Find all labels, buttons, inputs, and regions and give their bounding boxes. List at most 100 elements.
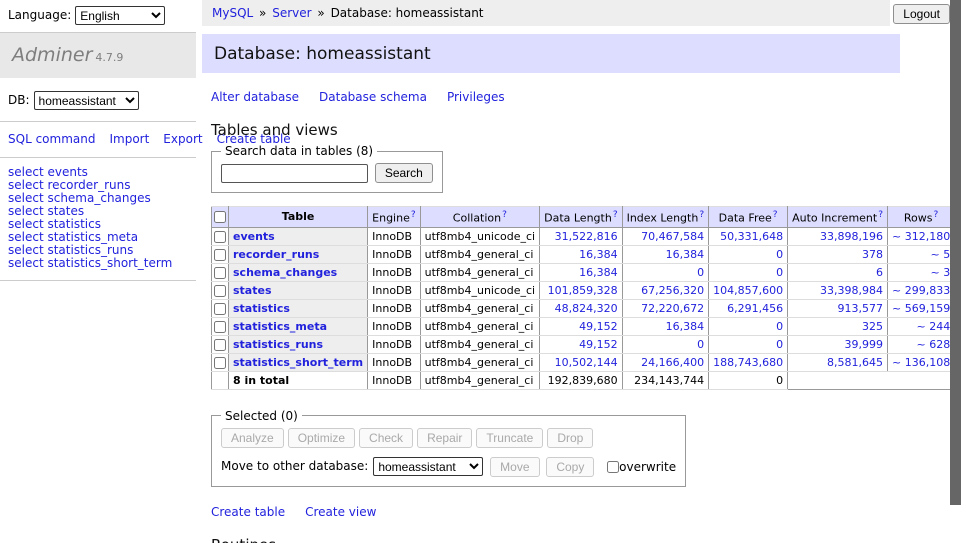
copy-button[interactable]: Copy	[546, 457, 594, 477]
data-free-link[interactable]: 0	[776, 266, 783, 279]
link-import[interactable]: Import	[109, 132, 149, 146]
table-link-states[interactable]: states	[233, 284, 272, 297]
column-help-link[interactable]: ?	[613, 210, 618, 220]
table-link-schema_changes[interactable]: schema_changes	[233, 266, 337, 279]
selected-legend: Selected (0)	[221, 409, 302, 423]
breadcrumb-separator: »	[317, 6, 324, 20]
row-checkbox-recorder_runs[interactable]	[214, 249, 226, 261]
data-length-link[interactable]: 48,824,320	[555, 302, 618, 315]
auto-increment-link[interactable]: 39,999	[845, 338, 884, 351]
optimize-button[interactable]: Optimize	[288, 428, 355, 448]
data-length-link[interactable]: 31,522,816	[555, 230, 618, 243]
index-length-cell: 0	[622, 335, 709, 353]
table-link-statistics[interactable]: statistics	[233, 302, 290, 315]
move-button[interactable]: Move	[490, 457, 539, 477]
index-length-link[interactable]: 0	[697, 338, 704, 351]
data-free-cell: 104,857,600	[709, 281, 788, 299]
data-length-link[interactable]: 49,152	[579, 320, 618, 333]
column-help-link[interactable]: ?	[878, 210, 883, 220]
table-name-cell: states	[229, 281, 368, 299]
column-help-link[interactable]: ?	[411, 210, 416, 220]
row-checkbox-statistics_runs[interactable]	[214, 339, 226, 351]
index-length-link[interactable]: 24,166,400	[641, 356, 704, 369]
auto-increment-link[interactable]: 378	[862, 248, 883, 261]
data-length-link[interactable]: 101,859,328	[548, 284, 618, 297]
analyze-button[interactable]: Analyze	[221, 428, 284, 448]
rows-link[interactable]: ~ 244	[916, 320, 950, 333]
row-checkbox-states[interactable]	[214, 285, 226, 297]
link-create-view[interactable]: Create view	[305, 505, 376, 519]
table-link-statistics_meta[interactable]: statistics_meta	[233, 320, 327, 333]
index-length-link[interactable]: 16,384	[666, 320, 705, 333]
auto-increment-link[interactable]: 6	[876, 266, 883, 279]
link-database-schema[interactable]: Database schema	[319, 90, 427, 104]
link-alter-database[interactable]: Alter database	[211, 90, 299, 104]
index-length-link[interactable]: 72,220,672	[641, 302, 704, 315]
table-link-events[interactable]: events	[233, 230, 275, 243]
column-help-link[interactable]: ?	[699, 210, 704, 220]
check-button[interactable]: Check	[359, 428, 413, 448]
data-length-link[interactable]: 10,502,144	[555, 356, 618, 369]
data-length-link[interactable]: 16,384	[579, 248, 618, 261]
auto-increment-link[interactable]: 913,577	[838, 302, 884, 315]
data-free-link[interactable]: 50,331,648	[720, 230, 783, 243]
search-fieldset: Search data in tables (8) Search	[211, 144, 443, 193]
data-free-link[interactable]: 0	[776, 248, 783, 261]
move-database-select[interactable]: homeassistant	[373, 457, 483, 476]
table-link-recorder_runs[interactable]: recorder_runs	[233, 248, 319, 261]
link-privileges[interactable]: Privileges	[447, 90, 505, 104]
rows-link[interactable]: ~ 299,833	[892, 284, 950, 297]
index-length-link[interactable]: 16,384	[666, 248, 705, 261]
breadcrumb-mysql-link[interactable]: MySQL	[212, 6, 253, 20]
column-help: ?	[877, 209, 883, 220]
row-checkbox-statistics_short_term[interactable]	[214, 357, 226, 369]
data-free-link[interactable]: 0	[776, 338, 783, 351]
index-length-link[interactable]: 67,256,320	[641, 284, 704, 297]
repair-button[interactable]: Repair	[417, 428, 472, 448]
search-button[interactable]: Search	[375, 163, 433, 183]
table-link-statistics_short_term[interactable]: statistics_short_term	[233, 356, 363, 369]
total-data-length: 192,839,680	[540, 371, 622, 389]
auto-increment-link[interactable]: 33,898,196	[820, 230, 883, 243]
column-help-link[interactable]: ?	[502, 210, 507, 220]
link-select-statistics-short-term[interactable]: select statistics_short_term	[8, 257, 188, 270]
breadcrumb-server-link[interactable]: Server	[272, 6, 311, 20]
rows-link[interactable]: ~ 3	[930, 266, 950, 279]
auto-increment-link[interactable]: 33,398,984	[820, 284, 883, 297]
data-free-link[interactable]: 188,743,680	[713, 356, 783, 369]
auto-increment-link[interactable]: 8,581,645	[827, 356, 883, 369]
overwrite-checkbox[interactable]	[607, 461, 619, 473]
scrollbar-thumb[interactable]	[950, 0, 961, 505]
row-checkbox-statistics_meta[interactable]	[214, 321, 226, 333]
data-length-link[interactable]: 49,152	[579, 338, 618, 351]
language-select[interactable]: English	[75, 6, 165, 25]
data-free-link[interactable]: 104,857,600	[713, 284, 783, 297]
row-checkbox-events[interactable]	[214, 231, 226, 243]
row-checkbox-statistics[interactable]	[214, 303, 226, 315]
rows-link[interactable]: ~ 569,159	[892, 302, 950, 315]
table-link-statistics_runs[interactable]: statistics_runs	[233, 338, 323, 351]
data-free-link[interactable]: 6,291,456	[727, 302, 783, 315]
index-length-link[interactable]: 70,467,584	[641, 230, 704, 243]
row-checkbox-schema_changes[interactable]	[214, 267, 226, 279]
engine-value: InnoDB	[368, 335, 420, 353]
column-help-link[interactable]: ?	[934, 210, 939, 220]
index-length-link[interactable]: 0	[697, 266, 704, 279]
scrollbar[interactable]	[950, 0, 966, 543]
data-length-link[interactable]: 16,384	[579, 266, 618, 279]
link-create-table[interactable]: Create table	[211, 505, 285, 519]
data-free-link[interactable]: 0	[776, 320, 783, 333]
select-all-checkbox[interactable]	[214, 211, 226, 223]
rows-link[interactable]: ~ 5	[930, 248, 950, 261]
rows-link[interactable]: ~ 136,108	[892, 356, 950, 369]
rows-link[interactable]: ~ 628	[916, 338, 950, 351]
auto-increment-link[interactable]: 325	[862, 320, 883, 333]
truncate-button[interactable]: Truncate	[476, 428, 543, 448]
column-help-link[interactable]: ?	[773, 210, 778, 220]
search-input[interactable]	[221, 164, 368, 183]
link-export[interactable]: Export	[163, 132, 202, 146]
rows-link[interactable]: ~ 312,180	[892, 230, 950, 243]
db-select[interactable]: homeassistant	[34, 91, 139, 110]
link-sql-command[interactable]: SQL command	[8, 132, 95, 146]
drop-button[interactable]: Drop	[547, 428, 593, 448]
